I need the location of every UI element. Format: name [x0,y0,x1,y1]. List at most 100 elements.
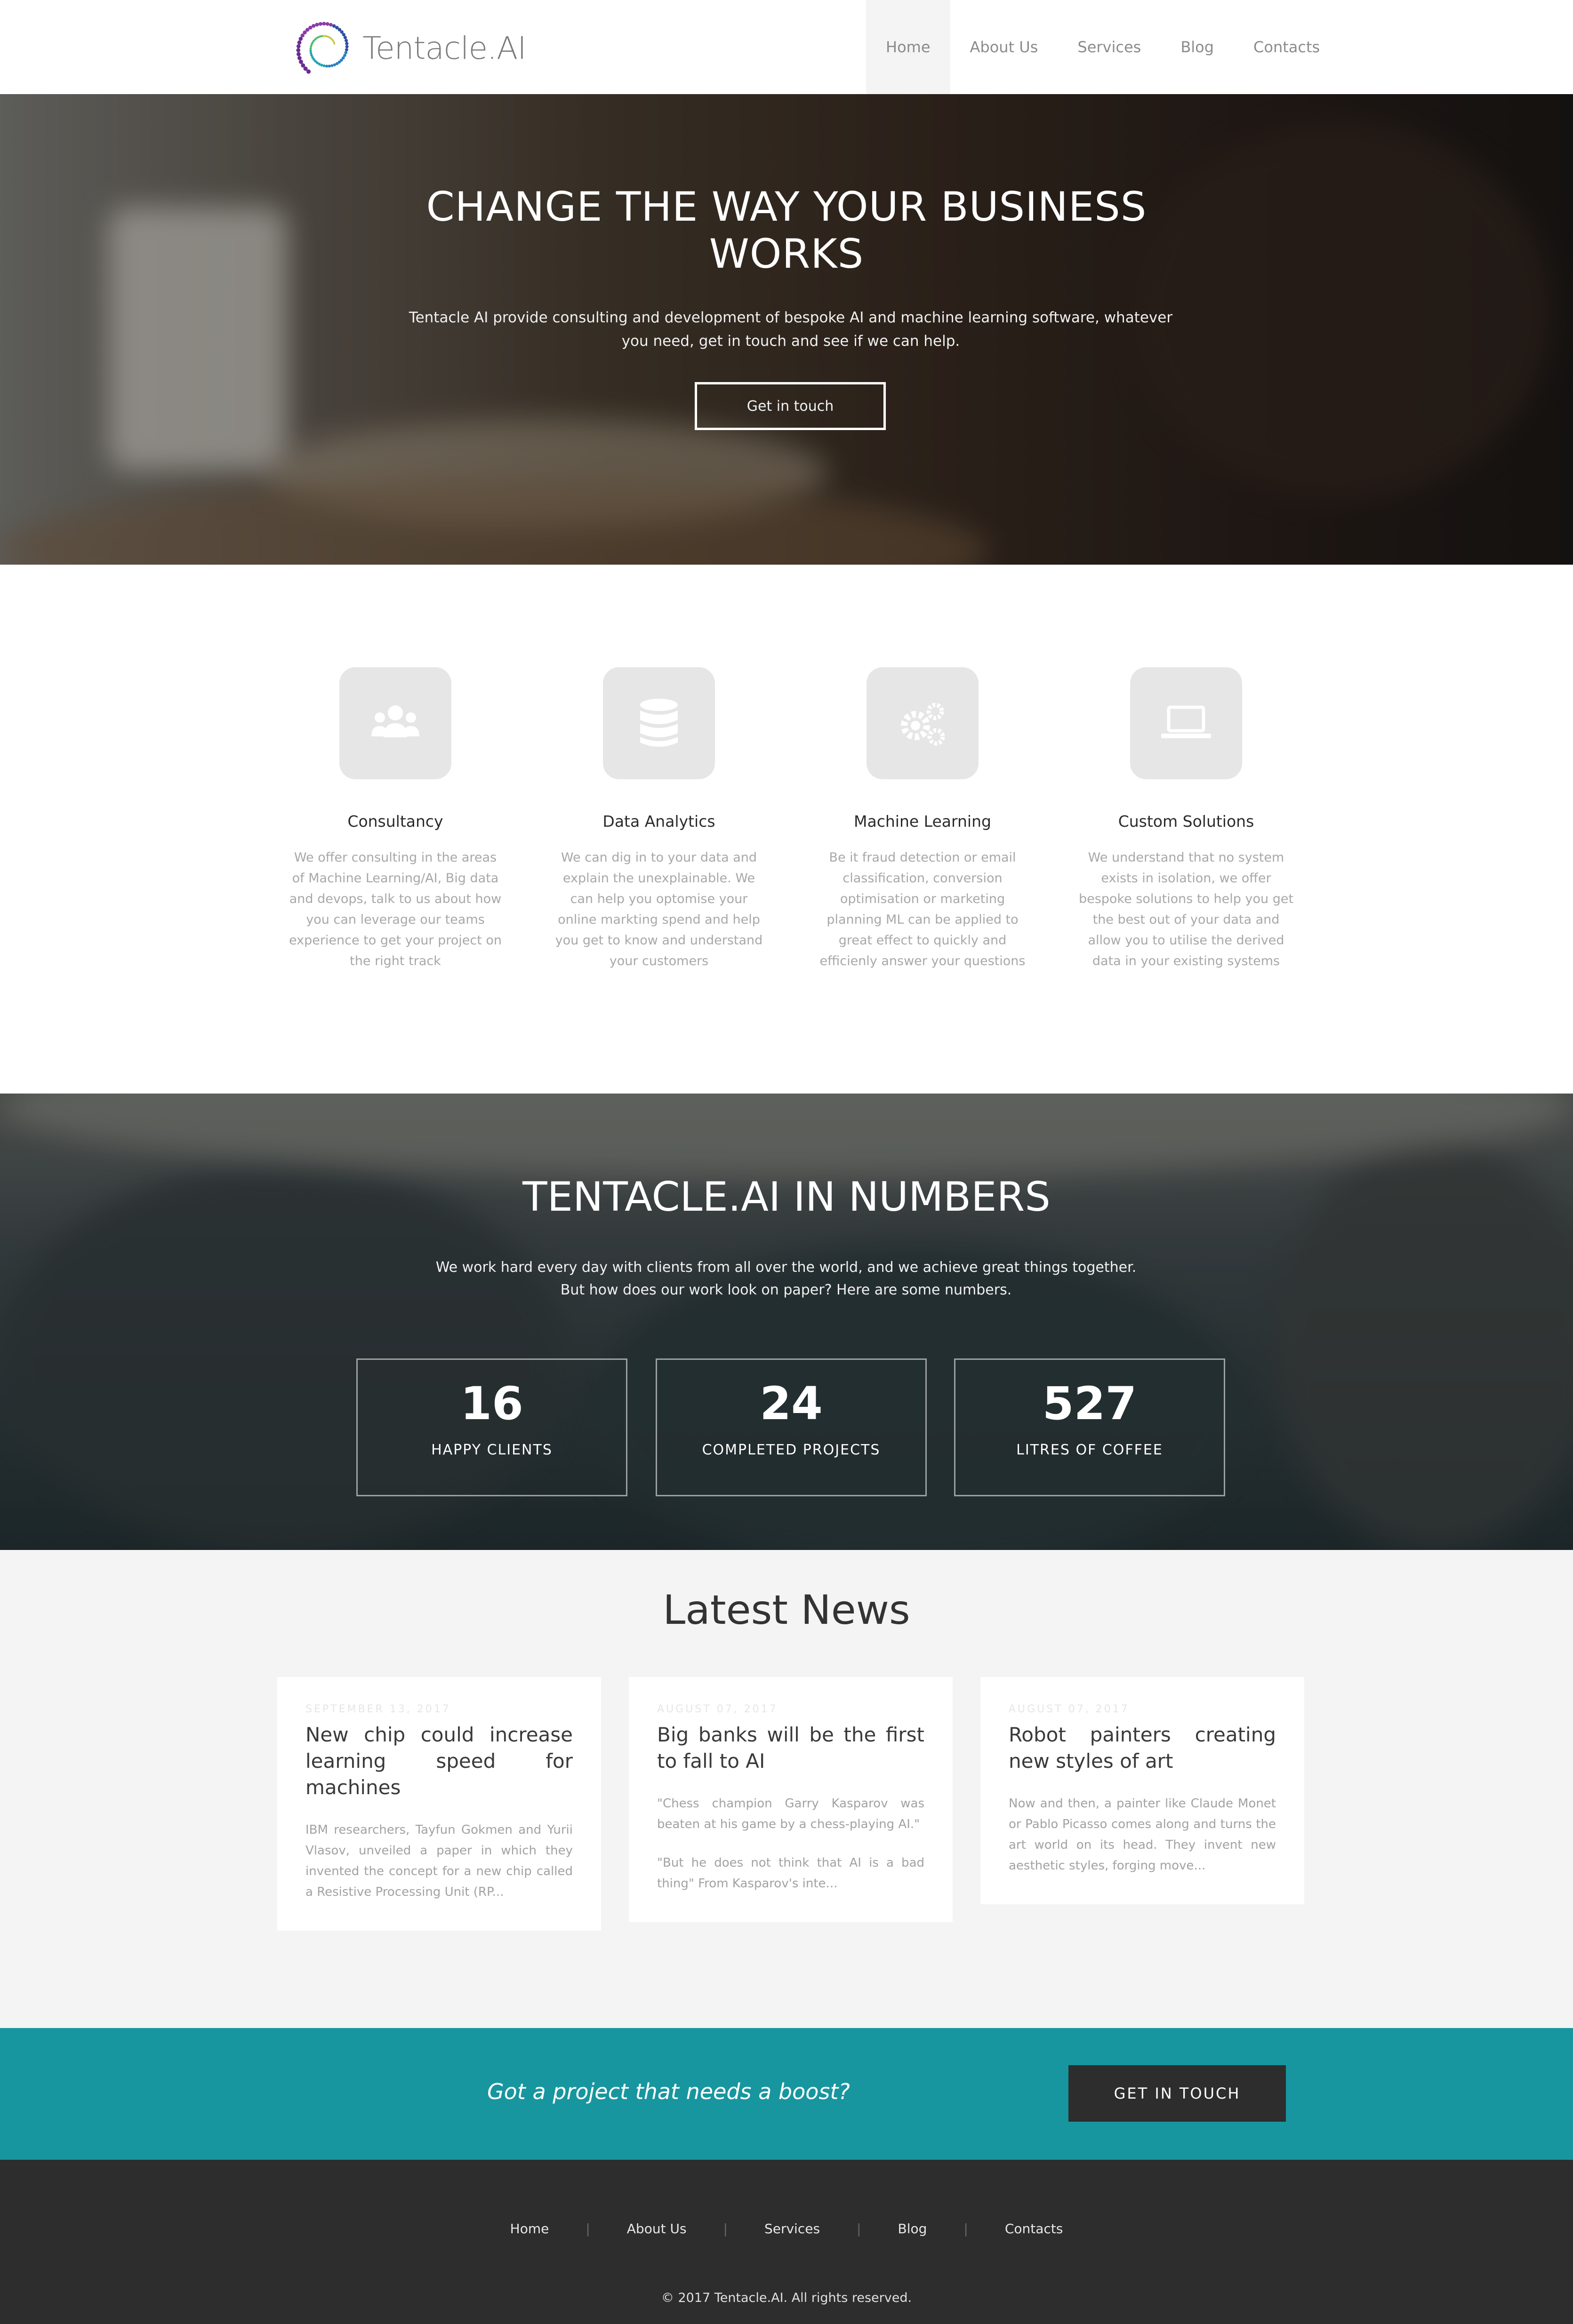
logo-dot [309,52,313,55]
nav-contacts[interactable]: Contacts [1234,0,1340,94]
stat-value: 24 [760,1377,823,1430]
news-date: SEPTEMBER 13, 2017 [305,1703,451,1715]
news-card[interactable]: SEPTEMBER 13, 2017 New chip could increa… [277,1677,601,1931]
news-excerpt: IBM researchers, Tayfun Gokmen and Yurii… [305,1823,573,1899]
logo-dot [319,35,321,38]
logo-dot [328,64,331,68]
footer-link-home[interactable]: Home [474,2221,586,2236]
gears-icon [867,667,979,779]
get-in-touch-button[interactable]: Get in touch [695,382,886,430]
service-consultancy: Consultancy We offer consulting in the a… [287,667,504,972]
service-title: Data Analytics [602,812,715,831]
hero-title-line1: CHANGE THE WAY YOUR BUSINESS [426,184,1147,231]
numbers-subtitle-line1: We work hard every day with clients from… [435,1259,1137,1276]
nav-services[interactable]: Services [1058,0,1161,94]
logo-text: Tentacle.AI [362,30,527,66]
database-icon [603,667,715,779]
main-menu: Home About Us Services Blog Contacts [866,0,1340,94]
footer-separator: | [723,2221,728,2236]
news-title-link[interactable]: Big banks will be the first to fall to A… [657,1722,924,1774]
stat-value: 527 [1042,1377,1137,1430]
logo-dot [297,40,302,45]
logo-dot [344,51,348,55]
news-title-link[interactable]: New chip could increase learning speed f… [305,1722,573,1801]
service-title: Consultancy [347,812,443,831]
cta-get-in-touch-button[interactable]: GET IN TOUCH [1068,2065,1286,2122]
footer-link-contacts[interactable]: Contacts [968,2221,1100,2236]
laptop-icon [1130,667,1242,779]
latest-news-section: Latest News SEPTEMBER 13, 2017 New chip … [0,1550,1573,2028]
logo-dot [333,63,336,66]
footer-link-blog[interactable]: Blog [861,2221,963,2236]
footer-separator: | [586,2221,590,2236]
news-title-link[interactable]: Robot painters creating new styles of ar… [1009,1722,1276,1774]
service-custom-solutions: Custom Solutions We understand that no s… [1078,667,1294,972]
logo-dot [318,22,322,26]
logo-dot [299,59,303,64]
logo-dot [297,56,302,60]
nav-about-us[interactable]: About Us [950,0,1058,94]
service-data-analytics: Data Analytics We can dig in to your dat… [551,667,767,972]
logo-dot [297,52,301,56]
logo-dot [343,36,347,40]
stat-litres-of-coffee: 527 LITRES OF COFFEE [954,1358,1225,1496]
footer-link-services[interactable]: Services [728,2221,857,2236]
hero-subtitle: Tentacle AI provide consulting and devel… [409,309,1173,350]
news-card[interactable]: AUGUST 07, 2017 Big banks will be the fi… [629,1677,953,1922]
service-title: Custom Solutions [1118,812,1254,831]
numbers-title: TENTACLE.AI IN NUMBERS [522,1174,1051,1221]
services-section: Consultancy We offer consulting in the a… [0,565,1573,1094]
logo-dot [308,25,313,30]
news-date: AUGUST 07, 2017 [657,1703,778,1715]
logo-dot [345,45,349,48]
hero-section: CHANGE THE WAY YOUR BUSINESS WORKS Tenta… [0,94,1573,565]
stat-value: 16 [460,1377,523,1430]
logo[interactable]: Tentacle.AI [293,10,527,86]
nav-home[interactable]: Home [866,0,950,94]
logo-dot [345,48,348,52]
logo-dot [315,23,319,27]
logo-dot [322,64,326,67]
news-excerpt: Now and then, a painter like Claude Mone… [1009,1797,1276,1873]
footer: Home | About Us | Services | Blog | Cont… [0,2160,1573,2324]
stat-happy-clients: 16 HAPPY CLIENTS [356,1358,627,1496]
hero-title: CHANGE THE WAY YOUR BUSINESS WORKS [0,184,1573,278]
nav-blog[interactable]: Blog [1161,0,1234,94]
cta-banner: Got a project that needs a boost? GET IN… [0,2028,1573,2160]
footer-link-about-us[interactable]: About Us [590,2221,723,2236]
service-text: We understand that no system exists in i… [1078,850,1294,968]
news-card[interactable]: AUGUST 07, 2017 Robot painters creating … [980,1677,1304,1904]
cta-text: Got a project that needs a boost? [487,2079,850,2104]
logo-dot [301,63,305,68]
logo-dot [345,42,349,46]
logo-dot [333,43,336,45]
copyright: © 2017 Tentacle.AI. All rights reserved. [661,2291,912,2305]
logo-dot [310,54,313,57]
stat-label: HAPPY CLIENTS [431,1442,553,1458]
logo-dot [296,48,301,53]
stat-completed-projects: 24 COMPLETED PROJECTS [656,1358,927,1496]
news-title: Latest News [663,1587,910,1634]
logo-dot [321,35,323,38]
logo-dot [310,45,313,48]
logo-dot [298,37,303,41]
stat-label: COMPLETED PROJECTS [702,1442,881,1458]
logo-dot [330,64,334,67]
logo-dot [325,64,329,68]
logo-dot [322,22,326,26]
service-text: Be it fraud detection or email classific… [819,850,1026,968]
news-excerpt: "But he does not think that AI is a bad … [657,1856,924,1891]
users-icon [339,667,451,779]
logo-dot [322,35,325,37]
logo-dot [329,23,333,27]
news-excerpt: "Chess champion Garry Kasparov was beate… [657,1797,924,1831]
footer-separator: | [963,2221,968,2236]
logo-dot [309,47,312,50]
footer-separator: | [857,2221,861,2236]
service-machine-learning: Machine Learning Be it fraud detection o… [814,667,1031,972]
service-text: We offer consulting in the areas of Mach… [289,850,502,968]
logo-mark-icon [296,22,349,74]
service-title: Machine Learning [854,812,991,831]
numbers-section: TENTACLE.AI IN NUMBERS We work hard ever… [0,1094,1573,1550]
service-text: We can dig in to your data and explain t… [555,850,763,968]
